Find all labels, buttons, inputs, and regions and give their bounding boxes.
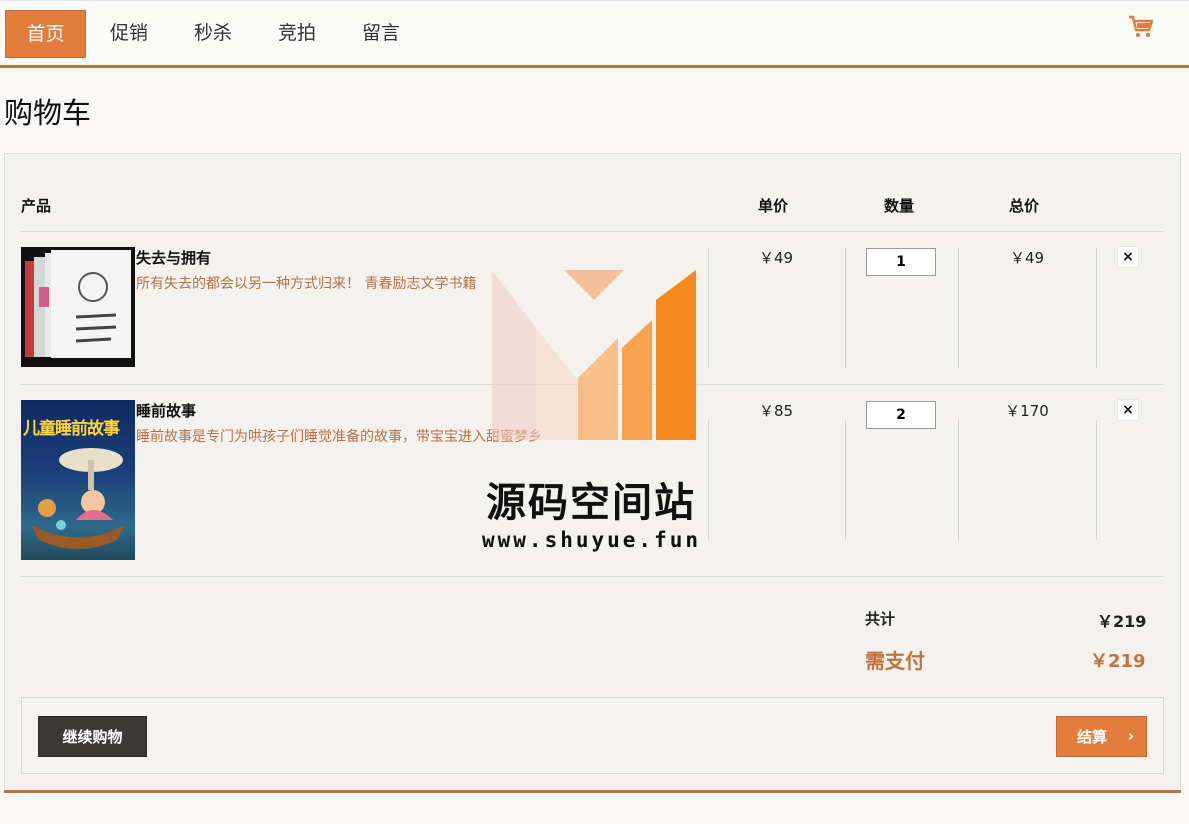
subtotal-label: 共计 xyxy=(865,610,896,628)
product-description: 睡前故事是专门为哄孩子们睡觉准备的故事，带宝宝进入甜蜜梦乡 xyxy=(136,429,542,445)
continue-shopping-button[interactable]: 继续购物 xyxy=(38,716,147,757)
row-total-price: ￥49 xyxy=(1009,249,1045,267)
product-name[interactable]: 失去与拥有 xyxy=(136,247,211,268)
nav-item-auction[interactable]: 竞拍 xyxy=(257,10,337,58)
chevron-right-icon: › xyxy=(1127,727,1134,745)
nav-item-flash-sale[interactable]: 秒杀 xyxy=(173,10,253,58)
cover-title: 儿童睡前故事 xyxy=(23,419,120,439)
top-nav: 首页 促销 秒杀 竞拍 留言 xyxy=(0,0,1189,68)
header-product: 产品 xyxy=(21,197,52,215)
product-description: 所有失去的都会以另一种方式归来！ 青春励志文学书籍 xyxy=(136,276,477,292)
column-divider xyxy=(845,420,846,540)
column-divider xyxy=(708,420,709,540)
quantity-input[interactable] xyxy=(866,401,936,429)
nav-item-promotion[interactable]: 促销 xyxy=(89,10,169,58)
column-divider xyxy=(958,420,959,540)
watermark-text: 源码空间站 xyxy=(486,480,696,526)
unit-price: ￥85 xyxy=(758,402,794,420)
remove-item-button[interactable]: × xyxy=(1117,246,1139,268)
page-title: 购物车 xyxy=(4,96,92,130)
nav-item-message[interactable]: 留言 xyxy=(341,10,421,58)
shopping-cart-icon[interactable] xyxy=(1127,14,1155,40)
column-divider xyxy=(845,248,846,368)
quantity-input[interactable] xyxy=(866,248,936,276)
header-unit-price: 单价 xyxy=(758,197,789,215)
book-cover-image: 儿童睡前故事 xyxy=(21,400,135,560)
header-total: 总价 xyxy=(1009,197,1040,215)
subtotal-value: ￥219 xyxy=(1097,612,1147,631)
nav-item-home[interactable]: 首页 xyxy=(5,10,86,58)
header-quantity: 数量 xyxy=(884,197,915,215)
column-divider xyxy=(1096,248,1097,368)
checkout-button-label: 结算 xyxy=(1077,728,1108,746)
unit-price: ￥49 xyxy=(758,249,794,267)
watermark-logo xyxy=(492,270,696,440)
amount-due-label: 需支付 xyxy=(865,649,925,673)
cart-actions-bar xyxy=(21,697,1164,774)
column-divider xyxy=(708,248,709,368)
remove-item-button[interactable]: × xyxy=(1117,399,1139,421)
divider xyxy=(21,576,1164,577)
column-divider xyxy=(1096,420,1097,540)
amount-due-value: ￥219 xyxy=(1090,651,1146,672)
cover-illustration xyxy=(31,448,125,549)
product-name[interactable]: 睡前故事 xyxy=(136,400,196,421)
bottom-divider xyxy=(4,790,1181,793)
checkout-button[interactable]: 结算 › xyxy=(1056,716,1147,757)
divider xyxy=(21,231,1164,232)
watermark-url: www.shuyue.fun xyxy=(482,528,702,552)
row-total-price: ￥170 xyxy=(1005,402,1049,420)
column-divider xyxy=(958,248,959,368)
book-cover-image xyxy=(21,247,135,367)
